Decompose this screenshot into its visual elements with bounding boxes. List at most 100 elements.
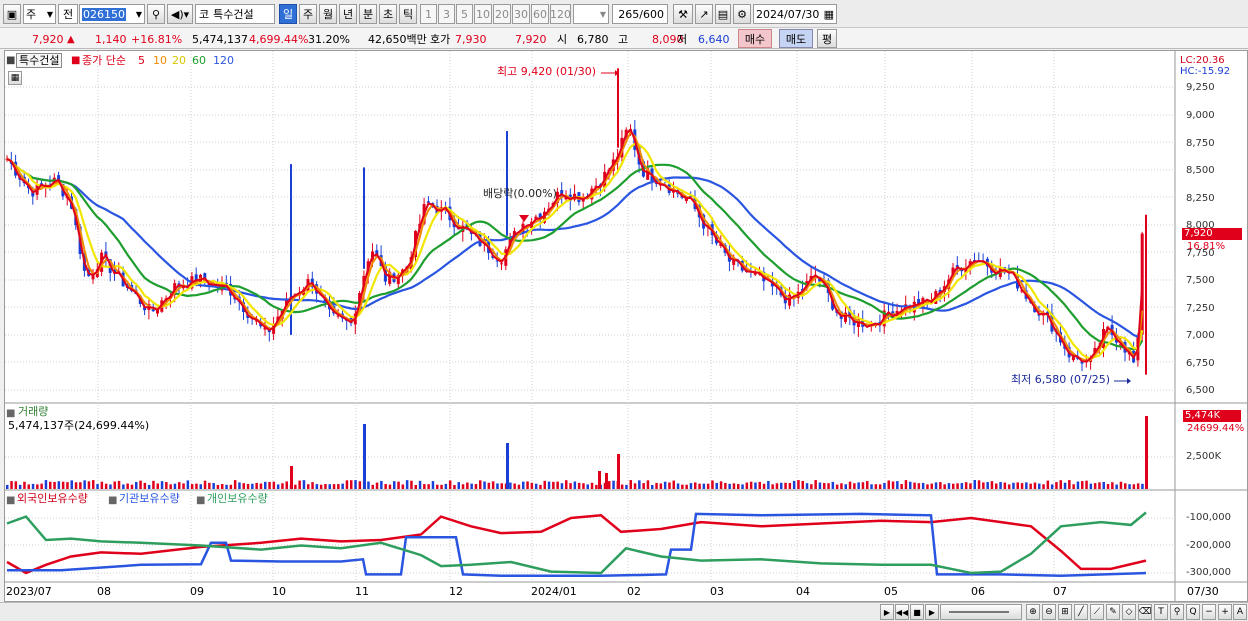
- speaker-icon[interactable]: ◀)▾: [167, 4, 193, 24]
- volume-bar: [977, 480, 981, 489]
- volume-bar: [268, 481, 271, 489]
- buy-button[interactable]: 매수: [738, 29, 772, 48]
- period-tab-day[interactable]: 일: [279, 4, 297, 24]
- crosshair-icon[interactable]: ⊞: [1058, 604, 1072, 620]
- volume-bar: [405, 480, 409, 489]
- count-field[interactable]: 265/600: [612, 4, 668, 24]
- trend-tool-icon[interactable]: ⟋: [1090, 604, 1104, 620]
- search-icon[interactable]: ⚲: [147, 4, 165, 24]
- play-icon[interactable]: ▶: [925, 604, 939, 620]
- settings-gear-icon[interactable]: ⚙: [733, 4, 751, 24]
- volume-bar: [122, 484, 125, 489]
- interval-1[interactable]: 1: [420, 4, 437, 24]
- zoom-out-icon[interactable]: ⊖: [1042, 604, 1056, 620]
- period-tab-minute[interactable]: 분: [359, 4, 377, 24]
- period-tab-year[interactable]: 년: [339, 4, 357, 24]
- stock-name-field[interactable]: 코 특수건설: [195, 4, 275, 24]
- shape-tool-icon[interactable]: ◇: [1122, 604, 1136, 620]
- volume-bar: [883, 482, 886, 489]
- zoom-slider[interactable]: [940, 604, 1022, 620]
- volume-bar: [294, 484, 297, 489]
- period-tab-second[interactable]: 초: [379, 4, 397, 24]
- market-select[interactable]: 주 ▼: [23, 4, 56, 24]
- ma5-line: [6, 127, 1144, 363]
- rewind-icon[interactable]: ◀◀: [895, 604, 909, 620]
- interval-60[interactable]: 60: [531, 4, 549, 24]
- interval-10[interactable]: 10: [474, 4, 492, 24]
- volume-bar: [1119, 481, 1123, 489]
- eraser-icon[interactable]: ⌫: [1138, 604, 1152, 620]
- period-tab-month[interactable]: 월: [319, 4, 337, 24]
- date-field[interactable]: 2024/07/30 ▦: [753, 4, 837, 24]
- period-tab-week[interactable]: 주: [299, 4, 317, 24]
- interval-20[interactable]: 20: [493, 4, 511, 24]
- price-axis-label: 8,250: [1186, 193, 1215, 204]
- legend-stock-name[interactable]: 특수건설: [16, 53, 63, 68]
- volume-bar: [835, 484, 839, 489]
- market-value: 주: [26, 8, 37, 21]
- holding-axis-label: -200,000: [1186, 540, 1231, 551]
- grid-toggle-icon[interactable]: ▦: [8, 71, 22, 85]
- volume-bar: [741, 484, 744, 489]
- volume-bar: [651, 484, 654, 489]
- volume-bar: [917, 483, 921, 489]
- eval-button[interactable]: 평: [817, 29, 837, 48]
- zoom-in-icon[interactable]: ⊕: [1026, 604, 1040, 620]
- date-axis-label: 2023/07: [6, 585, 52, 598]
- window-menu-icon[interactable]: ▣: [3, 4, 21, 24]
- interval-120[interactable]: 120: [550, 4, 571, 24]
- interval-3[interactable]: 3: [438, 4, 455, 24]
- volume-bar: [397, 481, 400, 489]
- interval-30[interactable]: 30: [512, 4, 530, 24]
- volume-bar: [384, 484, 387, 489]
- chart-type-icon[interactable]: ⚒: [673, 4, 693, 24]
- volume-bar: [964, 482, 968, 489]
- volume-bar: [117, 480, 121, 489]
- chart-area[interactable]: [4, 50, 1248, 603]
- line-tool-icon[interactable]: ╱: [1074, 604, 1088, 620]
- volume-bar: [1106, 484, 1110, 489]
- scroll-right-icon[interactable]: ▶: [880, 604, 894, 620]
- volume-bar: [1098, 482, 1101, 489]
- volume-bar: [130, 484, 134, 489]
- plus-icon[interactable]: +: [1218, 604, 1232, 620]
- volume-bar: [461, 484, 465, 489]
- volume-bar: [797, 480, 800, 489]
- find-icon[interactable]: Q: [1186, 604, 1200, 620]
- date-axis-label: 06: [971, 585, 985, 598]
- minus-icon[interactable]: −: [1202, 604, 1216, 620]
- interval-5[interactable]: 5: [456, 4, 473, 24]
- volume-bar: [113, 481, 116, 489]
- ask-price: 7,920: [515, 33, 547, 46]
- code-input[interactable]: 026150 ▼: [79, 4, 145, 24]
- chart-canvas[interactable]: [5, 51, 1248, 603]
- volume-tag: 5,474K: [1183, 410, 1241, 422]
- save-icon[interactable]: ▤: [715, 4, 731, 24]
- indicator-icon[interactable]: ↗: [695, 4, 713, 24]
- volume-bar: [805, 483, 809, 489]
- holding-axis-label: -300,000: [1186, 567, 1231, 578]
- volume-bar: [203, 480, 207, 489]
- custom-interval-select[interactable]: ▼: [573, 4, 609, 24]
- volume-bar: [109, 484, 112, 489]
- trade-amount: 42,650백만: [368, 33, 427, 46]
- volume-bar: [332, 484, 336, 489]
- volume-bar: [612, 480, 615, 489]
- volume-bar: [251, 483, 254, 489]
- count-value: 265: [618, 7, 640, 21]
- prev-button[interactable]: 전: [58, 4, 78, 24]
- period-tab-tick[interactable]: 틱: [399, 4, 417, 24]
- font-size-icon[interactable]: A: [1233, 604, 1247, 620]
- stop-icon[interactable]: ■: [910, 604, 924, 620]
- sell-button[interactable]: 매도: [779, 29, 813, 48]
- volume-spike: [290, 466, 293, 489]
- volume-bar: [904, 480, 908, 489]
- volume-bar: [509, 482, 512, 489]
- volume-bar: [861, 482, 865, 489]
- top-toolbar: ▣ 주 ▼ 전 026150 ▼ ⚲ ◀)▾ 코 특수건설 일 주 월 년 분 초 …: [0, 0, 1248, 28]
- volume-bar: [135, 481, 138, 489]
- pen-tool-icon[interactable]: ✎: [1106, 604, 1120, 620]
- text-tool-icon[interactable]: T: [1154, 604, 1168, 620]
- volume-bar: [1025, 482, 1028, 489]
- magnifier-icon[interactable]: ⚲: [1170, 604, 1184, 620]
